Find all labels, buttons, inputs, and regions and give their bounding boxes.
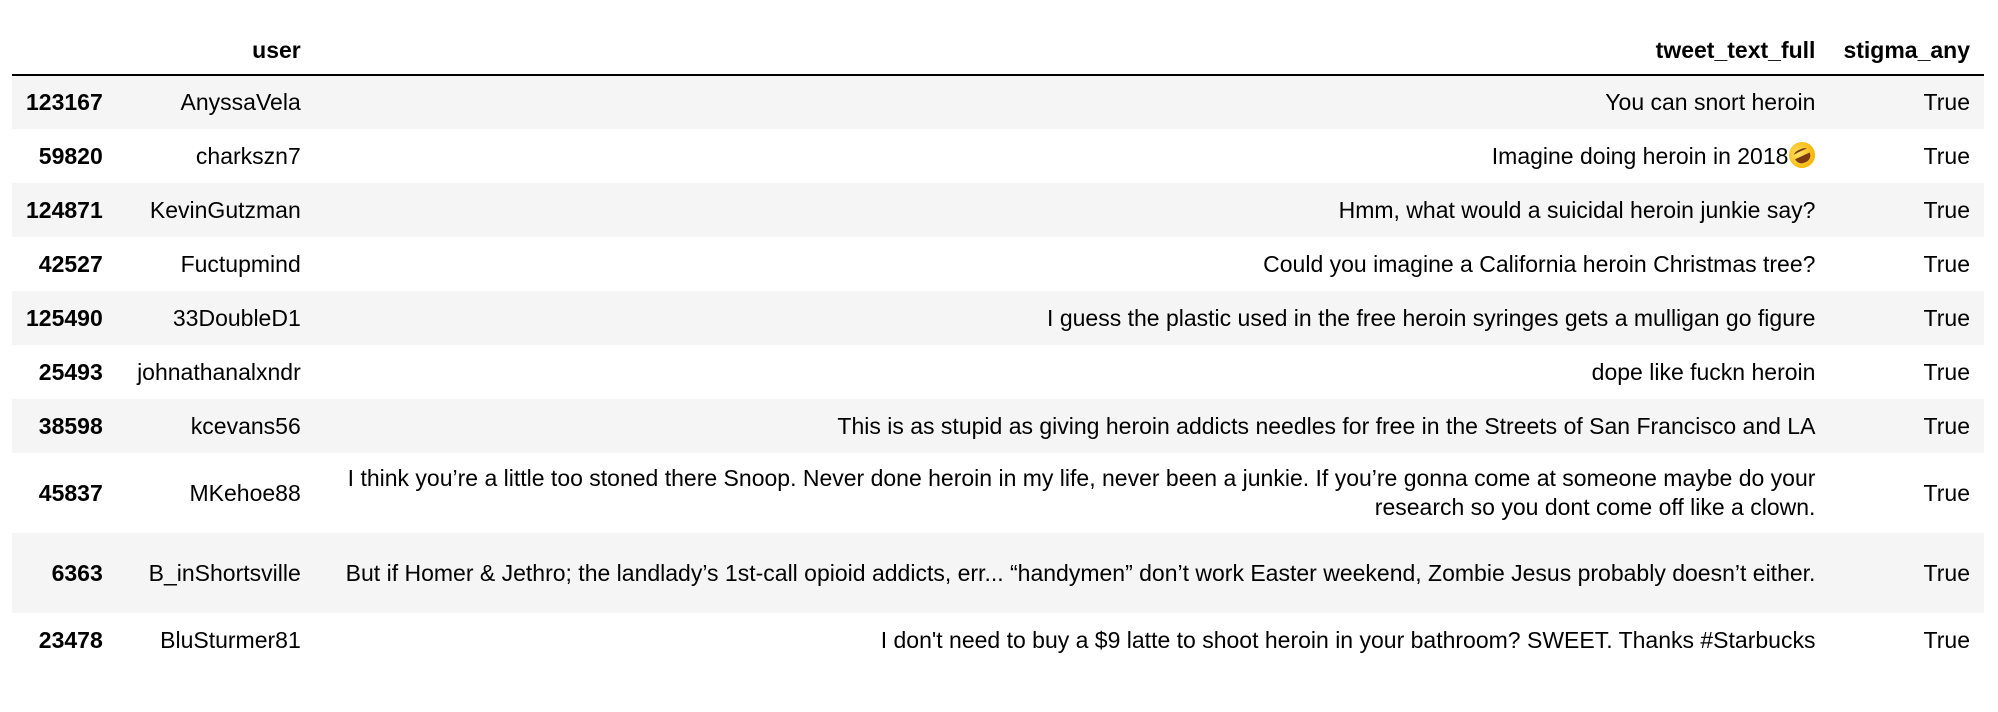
cell-tweet-text: This is as stupid as giving heroin addic… bbox=[837, 412, 1816, 439]
row-index: 123167 bbox=[26, 89, 103, 115]
dataframe-table: user tweet_text_full stigma_any 123167 A… bbox=[12, 26, 1984, 667]
dataframe-table-container: user tweet_text_full stigma_any 123167 A… bbox=[12, 26, 1984, 667]
table-header: user tweet_text_full stigma_any bbox=[12, 26, 1984, 76]
row-index: 6363 bbox=[51, 559, 103, 586]
table-row: 42527 Fuctupmind Could you imagine a Cal… bbox=[12, 237, 1984, 291]
table-row: 23478 BluSturmer81 I don't need to buy a… bbox=[12, 613, 1984, 667]
row-index: 45837 bbox=[38, 479, 103, 506]
row-index: 125490 bbox=[26, 304, 103, 331]
cell-stigma-any: True bbox=[1923, 142, 1970, 169]
cell-tweet-text: I think you’re a little too stoned there… bbox=[347, 465, 1816, 520]
cell-user: KevinGutzman bbox=[149, 196, 301, 223]
cell-tweet-text: I guess the plastic used in the free her… bbox=[1047, 304, 1816, 331]
table-row: 38598 kcevans56 This is as stupid as giv… bbox=[12, 399, 1984, 453]
table-row: 124871 KevinGutzman Hmm, what would a su… bbox=[12, 183, 1984, 237]
table-row: 45837 MKehoe88 I think you’re a little t… bbox=[12, 453, 1984, 533]
table-row: 123167 AnyssaVela You can snort heroin T… bbox=[12, 75, 1984, 129]
cell-tweet-text: Imagine doing heroin in 2018 bbox=[315, 129, 1830, 183]
cell-user: MKehoe88 bbox=[189, 479, 301, 506]
header-tweet-text-full: tweet_text_full bbox=[314, 26, 1830, 76]
cell-stigma-any: True bbox=[1923, 479, 1970, 506]
tweet-text: Imagine doing heroin in 2018 bbox=[1491, 142, 1789, 169]
cell-user: B_inShortsville bbox=[148, 559, 301, 586]
table-row: 6363 B_inShortsville But if Homer & Jeth… bbox=[12, 533, 1984, 613]
header-row: user tweet_text_full stigma_any bbox=[12, 26, 1984, 76]
cell-stigma-any: True bbox=[1923, 196, 1970, 223]
row-index: 42527 bbox=[38, 250, 103, 277]
row-index: 38598 bbox=[38, 412, 103, 439]
row-index: 124871 bbox=[26, 196, 103, 223]
cell-stigma-any: True bbox=[1923, 358, 1970, 385]
header-user: user bbox=[116, 26, 315, 76]
rolling-laughing-emoji-icon bbox=[1785, 137, 1820, 172]
table-body: 123167 AnyssaVela You can snort heroin T… bbox=[12, 75, 1984, 667]
table-row: 59820 charkszn7 Imagine doing heroin in … bbox=[12, 129, 1984, 183]
cell-tweet-text: You can snort heroin bbox=[1605, 89, 1816, 115]
cell-stigma-any: True bbox=[1923, 412, 1970, 439]
cell-stigma-any: True bbox=[1923, 626, 1970, 653]
cell-tweet-text: But if Homer & Jethro; the landlady’s 1s… bbox=[345, 559, 1816, 586]
cell-tweet-text: dope like fuckn heroin bbox=[1591, 358, 1816, 385]
row-index: 59820 bbox=[38, 142, 103, 169]
cell-user: AnyssaVela bbox=[180, 89, 301, 115]
cell-user: kcevans56 bbox=[190, 412, 301, 439]
cell-stigma-any: True bbox=[1923, 250, 1970, 277]
cell-stigma-any: True bbox=[1923, 89, 1970, 115]
row-index: 25493 bbox=[38, 358, 103, 385]
cell-user: BluSturmer81 bbox=[160, 626, 301, 653]
header-stigma-any: stigma_any bbox=[1829, 26, 1984, 76]
cell-tweet-text: Could you imagine a California heroin Ch… bbox=[1263, 250, 1816, 277]
cell-user: charkszn7 bbox=[195, 142, 301, 169]
cell-stigma-any: True bbox=[1923, 304, 1970, 331]
cell-tweet-text: Hmm, what would a suicidal heroin junkie… bbox=[1338, 196, 1816, 223]
table-row: 125490 33DoubleD1 I guess the plastic us… bbox=[12, 291, 1984, 345]
table-row: 25493 johnathanalxndr dope like fuckn he… bbox=[12, 345, 1984, 399]
header-index bbox=[12, 26, 117, 76]
row-index: 23478 bbox=[38, 626, 103, 653]
cell-user: Fuctupmind bbox=[180, 250, 301, 277]
cell-stigma-any: True bbox=[1923, 559, 1970, 586]
cell-user: 33DoubleD1 bbox=[172, 304, 301, 331]
cell-user: johnathanalxndr bbox=[137, 358, 301, 385]
cell-tweet-text: I don't need to buy a $9 latte to shoot … bbox=[880, 626, 1816, 653]
